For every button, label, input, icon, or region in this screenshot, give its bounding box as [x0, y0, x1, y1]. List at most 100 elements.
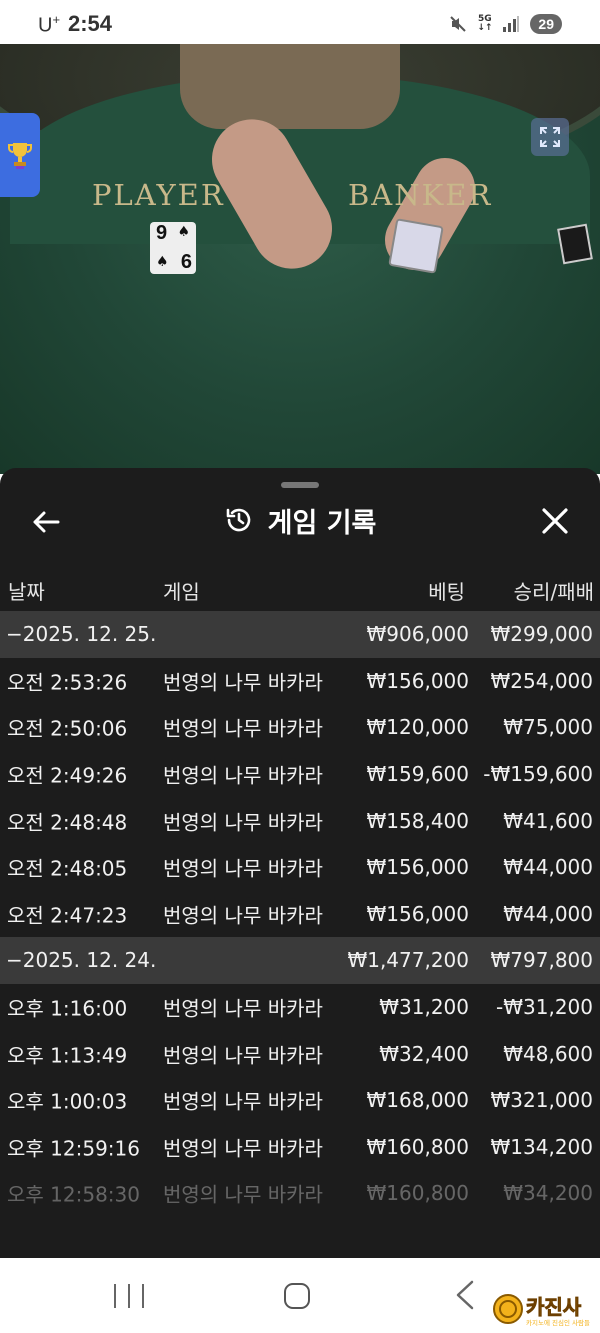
row-time: 오후 1:16:00 — [7, 996, 128, 1021]
row-game: 번영의 나무 바카라 — [163, 1043, 323, 1068]
arrow-left-icon — [33, 511, 60, 533]
column-header-win-loss[interactable]: 승리/패배 — [514, 576, 594, 605]
trophy-icon — [8, 143, 32, 169]
row-bet: ₩156,000 — [366, 901, 469, 926]
row-game: 번영의 나무 바카라 — [163, 1089, 323, 1114]
row-game: 번영의 나무 바카라 — [163, 670, 323, 695]
carrier-label: U+ — [38, 12, 61, 37]
recent-apps-icon — [128, 1284, 130, 1308]
row-bet: ₩32,400 — [379, 1041, 469, 1066]
drag-handle[interactable] — [281, 482, 319, 488]
history-row: 오후 12:59:16 번영의 나무 바카라 ₩160,800 ₩134,200 — [0, 1124, 600, 1171]
status-clock: 2:54 — [68, 11, 113, 36]
fullscreen-icon — [540, 127, 560, 147]
status-icons: 5G ↓↑ 29 — [449, 12, 562, 36]
row-time: 오전 2:47:23 — [7, 903, 128, 928]
row-bet: ₩156,000 — [366, 668, 469, 693]
recent-apps-icon — [142, 1284, 144, 1308]
date-group-row[interactable]: −2025. 12. 25. ₩906,000 ₩299,000 — [0, 611, 600, 658]
group-date: −2025. 12. 24. — [6, 948, 157, 973]
row-game: 번영의 나무 바카라 — [163, 903, 323, 928]
row-win-loss: ₩44,000 — [503, 855, 593, 880]
fullscreen-button[interactable] — [531, 118, 569, 156]
row-win-loss: ₩75,000 — [503, 715, 593, 740]
trophy-tab[interactable] — [0, 113, 40, 197]
close-button[interactable] — [536, 502, 574, 540]
row-time: 오전 2:50:06 — [7, 716, 128, 741]
row-game: 번영의 나무 바카라 — [163, 856, 323, 881]
row-win-loss: ₩254,000 — [490, 668, 593, 693]
row-time: 오후 12:59:16 — [7, 1136, 140, 1161]
row-time: 오후 1:13:49 — [7, 1043, 128, 1068]
row-win-loss: ₩41,600 — [503, 808, 593, 833]
row-bet: ₩168,000 — [366, 1088, 469, 1113]
spade-icon: ♠ — [156, 254, 169, 270]
history-row: 오전 2:47:23 번영의 나무 바카라 ₩156,000 ₩44,000 — [0, 891, 600, 938]
row-game: 번영의 나무 바카라 — [163, 1136, 323, 1161]
group-win-total: ₩797,800 — [490, 948, 593, 973]
nav-back-icon[interactable] — [452, 1280, 478, 1310]
row-bet: ₩160,800 — [366, 1181, 469, 1206]
history-row: 오후 12:58:30 번영의 나무 바카라 ₩160,800 ₩34,200 — [0, 1170, 600, 1217]
column-header-game[interactable]: 게임 — [163, 576, 200, 605]
banker-card — [388, 218, 444, 274]
row-bet: ₩159,600 — [366, 762, 469, 787]
recent-apps-icon — [114, 1284, 116, 1308]
row-game: 번영의 나무 바카라 — [163, 763, 323, 788]
date-group-row[interactable]: −2025. 12. 24. ₩1,477,200 ₩797,800 — [0, 937, 600, 984]
row-game: 번영의 나무 바카라 — [163, 1182, 323, 1207]
row-win-loss: ₩34,200 — [503, 1181, 593, 1206]
history-clock-icon — [226, 508, 250, 532]
row-time: 오후 1:00:03 — [7, 1089, 128, 1114]
history-row: 오후 1:13:49 번영의 나무 바카라 ₩32,400 ₩48,600 — [0, 1030, 600, 1077]
row-bet: ₩120,000 — [366, 715, 469, 740]
status-bar: U+ 2:54 5G ↓↑ 29 — [0, 0, 600, 44]
column-header-bet[interactable]: 베팅 — [428, 576, 465, 605]
row-win-loss: -₩159,600 — [483, 762, 593, 787]
row-time: 오전 2:48:48 — [7, 810, 128, 835]
card-rank: 6 — [180, 251, 192, 273]
row-time: 오전 2:49:26 — [7, 763, 128, 788]
player-card: 9 ♠ ♠ 6 — [150, 222, 196, 274]
signal-icon — [503, 16, 520, 32]
history-row: 오전 2:48:48 번영의 나무 바카라 ₩158,400 ₩41,600 — [0, 797, 600, 844]
card-rank: 9 — [156, 222, 168, 244]
row-bet: ₩160,800 — [366, 1134, 469, 1159]
row-game: 번영의 나무 바카라 — [163, 716, 323, 741]
row-win-loss: ₩48,600 — [503, 1041, 593, 1066]
history-row: 오전 2:53:26 번영의 나무 바카라 ₩156,000 ₩254,000 — [0, 658, 600, 705]
brand-watermark: 카진사 카지노에 진심인 사람들 — [493, 1294, 590, 1327]
history-row: 오전 2:49:26 번영의 나무 바카라 ₩159,600 -₩159,600 — [0, 751, 600, 798]
row-win-loss: ₩321,000 — [490, 1088, 593, 1113]
row-time: 오후 12:58:30 — [7, 1182, 140, 1207]
player-label: PLAYER — [92, 178, 225, 212]
network-type: 5G ↓↑ — [477, 14, 493, 33]
brand-name: 카진사 — [526, 1295, 582, 1319]
game-history-panel: 게임 기록 날짜 게임 베팅 승리/패배 −2025. 12. 25. ₩906,… — [0, 468, 600, 1258]
row-bet: ₩158,400 — [366, 808, 469, 833]
banker-label: BANKER — [348, 178, 493, 212]
row-game: 번영의 나무 바카라 — [163, 996, 323, 1021]
row-win-loss: ₩44,000 — [503, 901, 593, 926]
history-row: 오전 2:50:06 번영의 나무 바카라 ₩120,000 ₩75,000 — [0, 704, 600, 751]
row-time: 오전 2:48:05 — [7, 856, 128, 881]
row-bet: ₩156,000 — [366, 855, 469, 880]
spade-icon: ♠ — [177, 224, 190, 240]
brand-tagline: 카지노에 진심인 사람들 — [526, 1318, 590, 1327]
row-time: 오전 2:53:26 — [7, 670, 128, 695]
group-date: −2025. 12. 25. — [6, 622, 157, 647]
row-win-loss: -₩31,200 — [496, 995, 593, 1020]
history-table: −2025. 12. 25. ₩906,000 ₩299,000 오전 2:53:26… — [0, 611, 600, 1217]
row-win-loss: ₩134,200 — [490, 1134, 593, 1159]
column-header-date[interactable]: 날짜 — [8, 576, 45, 605]
home-button[interactable] — [284, 1283, 310, 1309]
group-bet-total: ₩906,000 — [366, 622, 469, 647]
recent-apps-button[interactable] — [114, 1284, 144, 1308]
panel-title: 게임 기록 — [267, 507, 377, 539]
app-root: { "status_bar": { "carrier": "U", "carri… — [0, 0, 600, 1333]
row-game: 번영의 나무 바카라 — [163, 810, 323, 835]
game-video[interactable]: PLAYER BANKER 9 ♠ ♠ 6 — [0, 44, 600, 474]
back-button[interactable] — [28, 504, 64, 540]
history-row: 오전 2:48:05 번영의 나무 바카라 ₩156,000 ₩44,000 — [0, 844, 600, 891]
mute-icon — [450, 16, 467, 32]
